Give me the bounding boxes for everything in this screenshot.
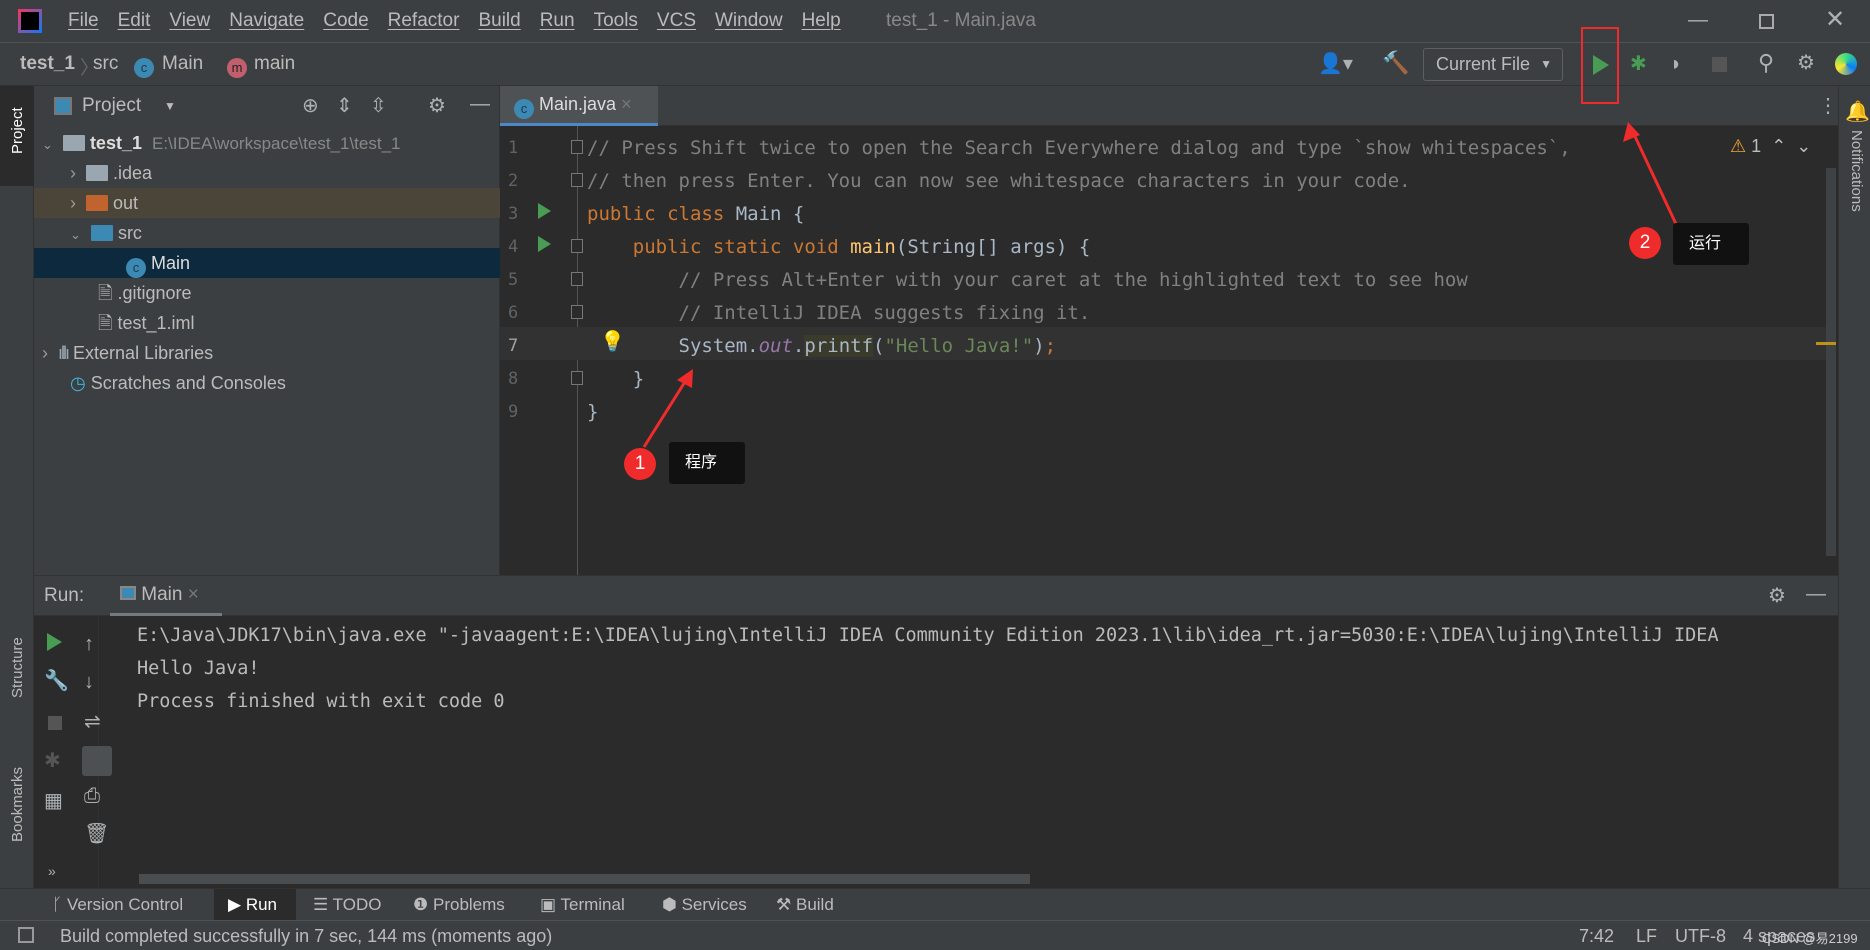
arrowhead-1 bbox=[677, 369, 693, 388]
annotation-label-2: 运行 bbox=[1673, 223, 1749, 265]
annotation-badge-1: 1 bbox=[624, 448, 656, 480]
annotation-label-1: 程序 bbox=[669, 442, 745, 484]
annotation-arrow-2 bbox=[1630, 129, 1678, 225]
annotation-badge-2: 2 bbox=[1629, 227, 1661, 259]
annotation-arrow-1 bbox=[642, 376, 690, 448]
annotation-arrows bbox=[642, 122, 1678, 448]
